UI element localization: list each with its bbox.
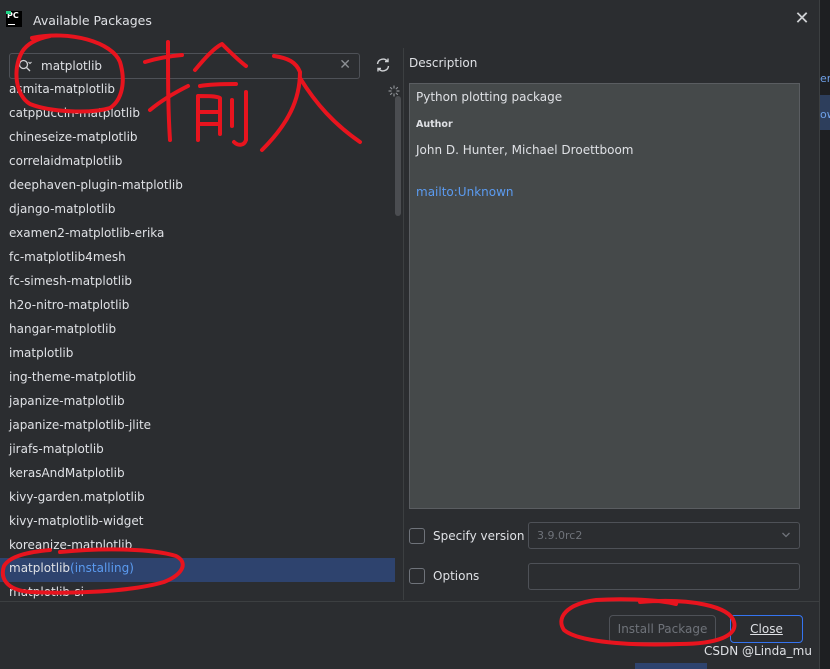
list-item-selected[interactable]: matplotlib(installing) bbox=[0, 558, 395, 582]
list-item[interactable]: deephaven-plugin-matplotlib bbox=[0, 175, 395, 199]
list-item[interactable]: kerasAndMatplotlib bbox=[0, 463, 395, 487]
options-input[interactable] bbox=[528, 563, 800, 590]
watermark: CSDN @Linda_mu bbox=[704, 644, 812, 658]
specify-version-label: Specify version bbox=[433, 529, 525, 543]
chevron-down-icon bbox=[782, 532, 790, 538]
background-text: erp bbox=[820, 72, 830, 85]
pycharm-icon: PC bbox=[6, 11, 22, 27]
close-button[interactable]: Close bbox=[730, 615, 803, 643]
list-item[interactable]: catppuccin-matplotlib bbox=[0, 103, 395, 127]
search-field[interactable]: ✕ bbox=[9, 53, 360, 79]
package-name: matplotlib bbox=[9, 561, 71, 575]
footer-divider bbox=[0, 601, 820, 602]
list-item[interactable]: asmita-matplotlib bbox=[0, 79, 395, 103]
list-item[interactable]: matplotlib-si bbox=[0, 582, 395, 599]
list-item[interactable]: kivy-matplotlib-widget bbox=[0, 511, 395, 535]
install-package-button[interactable]: Install Package bbox=[609, 615, 716, 643]
background-taskbar bbox=[635, 663, 707, 669]
list-item[interactable]: fc-matplotlib4mesh bbox=[0, 247, 395, 271]
list-item[interactable]: jirafs-matplotlib bbox=[0, 439, 395, 463]
package-list[interactable]: asmita-matplotlib catppuccin-matplotlib … bbox=[0, 79, 403, 599]
list-item[interactable]: kivy-garden.matplotlib bbox=[0, 487, 395, 511]
list-item[interactable]: h2o-nitro-matplotlib bbox=[0, 295, 395, 319]
options-label: Options bbox=[433, 569, 480, 583]
description-panel: Python plotting package Author John D. H… bbox=[409, 83, 800, 509]
description-label: Description bbox=[409, 56, 478, 70]
specify-version-option[interactable]: Specify version bbox=[409, 523, 524, 549]
version-dropdown[interactable]: 3.9.0rc2 bbox=[528, 522, 800, 549]
refresh-icon[interactable] bbox=[374, 56, 392, 74]
version-value: 3.9.0rc2 bbox=[537, 529, 583, 542]
list-item[interactable]: ing-theme-matplotlib bbox=[0, 367, 395, 391]
close-icon[interactable]: ✕ bbox=[794, 10, 810, 28]
list-item[interactable]: japanize-matplotlib-jlite bbox=[0, 415, 395, 439]
installing-status: (installing) bbox=[70, 561, 134, 575]
list-item[interactable]: imatplotlib bbox=[0, 343, 395, 367]
background-text: ow bbox=[820, 108, 830, 121]
author-names: John D. Hunter, Michael Droettboom bbox=[416, 143, 634, 157]
options-checkbox[interactable] bbox=[409, 568, 425, 584]
clear-search-icon[interactable]: ✕ bbox=[339, 57, 351, 73]
list-item[interactable]: examen2-matplotlib-erika bbox=[0, 223, 395, 247]
list-item[interactable]: fc-simesh-matplotlib bbox=[0, 271, 395, 295]
list-item[interactable]: django-matplotlib bbox=[0, 199, 395, 223]
list-item[interactable]: koreanize-matplotlib bbox=[0, 535, 395, 559]
list-scrollbar[interactable] bbox=[395, 96, 401, 216]
list-item[interactable]: correlaidmatplotlib bbox=[0, 151, 395, 175]
search-icon bbox=[18, 59, 32, 72]
search-input[interactable] bbox=[41, 57, 331, 75]
options-option[interactable]: Options bbox=[409, 563, 519, 589]
dialog-title: Available Packages bbox=[33, 13, 152, 28]
background-window: erp ow bbox=[820, 0, 830, 669]
list-item[interactable]: japanize-matplotlib bbox=[0, 391, 395, 415]
package-summary: Python plotting package bbox=[416, 90, 563, 104]
mailto-link[interactable]: mailto:Unknown bbox=[416, 185, 514, 199]
title-bar: PC Available Packages ✕ bbox=[0, 0, 820, 40]
list-item[interactable]: chineseize-matplotlib bbox=[0, 127, 395, 151]
available-packages-dialog: PC Available Packages ✕ ✕ asmita-matplot… bbox=[0, 0, 820, 669]
list-item[interactable]: hangar-matplotlib bbox=[0, 319, 395, 343]
author-heading: Author bbox=[416, 119, 453, 130]
specify-version-checkbox[interactable] bbox=[409, 528, 425, 544]
panel-divider bbox=[403, 48, 404, 600]
